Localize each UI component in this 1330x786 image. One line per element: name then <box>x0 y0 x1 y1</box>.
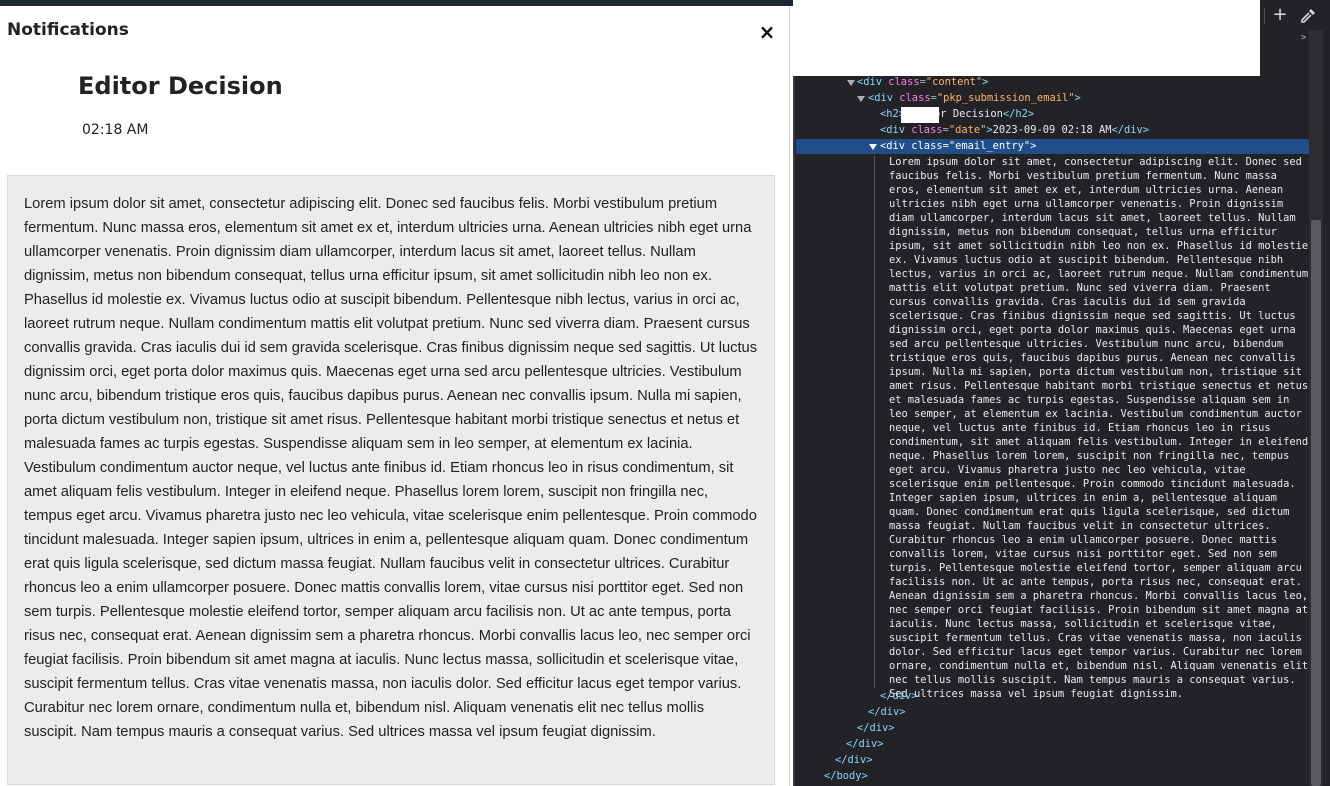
tag-open: <div <box>880 124 906 136</box>
scrollbar-thumb[interactable] <box>1311 220 1321 786</box>
tag-close: > <box>1030 140 1037 152</box>
close-icon[interactable]: × <box>757 20 777 44</box>
close-tag-body[interactable]: </body> <box>824 768 868 784</box>
tag-close: > <box>982 76 989 88</box>
close-tag-email-entry[interactable]: </div> <box>880 688 918 704</box>
notifications-modal: Notifications × Editor Decision 02:18 AM… <box>0 6 790 786</box>
date-text: 2023-09-09 02:18 AM <box>992 124 1112 136</box>
toolbar-separator <box>1264 8 1265 24</box>
attr-name: class <box>911 140 943 152</box>
node-email-entry-div[interactable]: <div class="email_entry"> <box>880 138 1036 154</box>
notification-body-text: Lorem ipsum dolor sit amet, consectetur … <box>24 196 758 740</box>
attr-value: "content" <box>925 76 983 88</box>
close-tag-submission-email[interactable]: </div> <box>868 704 906 720</box>
tag-end: </div> <box>1111 124 1150 136</box>
node-submission-email-div[interactable]: <div class="pkp_submission_email"> <box>868 90 1081 106</box>
notification-time: 02:18 AM <box>82 122 149 138</box>
modal-title: Notifications <box>7 20 129 40</box>
devtools-overlay-blank <box>793 0 1260 76</box>
plus-icon[interactable]: + <box>1270 4 1290 26</box>
expand-triangle-icon[interactable] <box>869 144 877 150</box>
node-content-div[interactable]: <div class="content"> <box>857 74 988 90</box>
attr-value: "email_entry" <box>948 140 1031 152</box>
attr-name: class <box>911 124 943 136</box>
attr-value: "pkp_submission_email" <box>936 92 1075 104</box>
notification-body-panel: Lorem ipsum dolor sit amet, consectetur … <box>7 175 775 785</box>
tag-close: > <box>1074 92 1081 104</box>
attr-name: class <box>888 76 920 88</box>
tag-open: <div <box>868 92 894 104</box>
devtools-scrollbar[interactable] <box>1309 30 1323 786</box>
close-tag-div[interactable]: </div> <box>835 752 873 768</box>
attr-value: "date" <box>948 124 987 136</box>
expand-triangle-icon[interactable] <box>857 96 865 102</box>
indent-guide <box>874 156 875 688</box>
attr-name: class <box>899 92 931 104</box>
tag-open: <div <box>880 140 906 152</box>
notification-title: Editor Decision <box>78 72 283 100</box>
close-tag-content[interactable]: </div> <box>857 720 895 736</box>
tag-close: </h2> <box>1002 108 1035 120</box>
tag-open: <div <box>857 76 883 88</box>
scroll-marker: > <box>1301 33 1307 43</box>
devtools-panel: + > <div class="content"> <div class="pk… <box>793 0 1330 786</box>
expand-triangle-icon[interactable] <box>847 80 855 86</box>
close-tag-div[interactable]: </div> <box>846 736 884 752</box>
redaction-box <box>901 107 939 123</box>
devtools-gutter <box>793 76 795 786</box>
eyedropper-icon[interactable] <box>1298 6 1318 26</box>
node-text-content[interactable]: Lorem ipsum dolor sit amet, consectetur … <box>889 155 1309 701</box>
node-date-div[interactable]: <div class="date">2023-09-09 02:18 AM</d… <box>880 122 1149 138</box>
